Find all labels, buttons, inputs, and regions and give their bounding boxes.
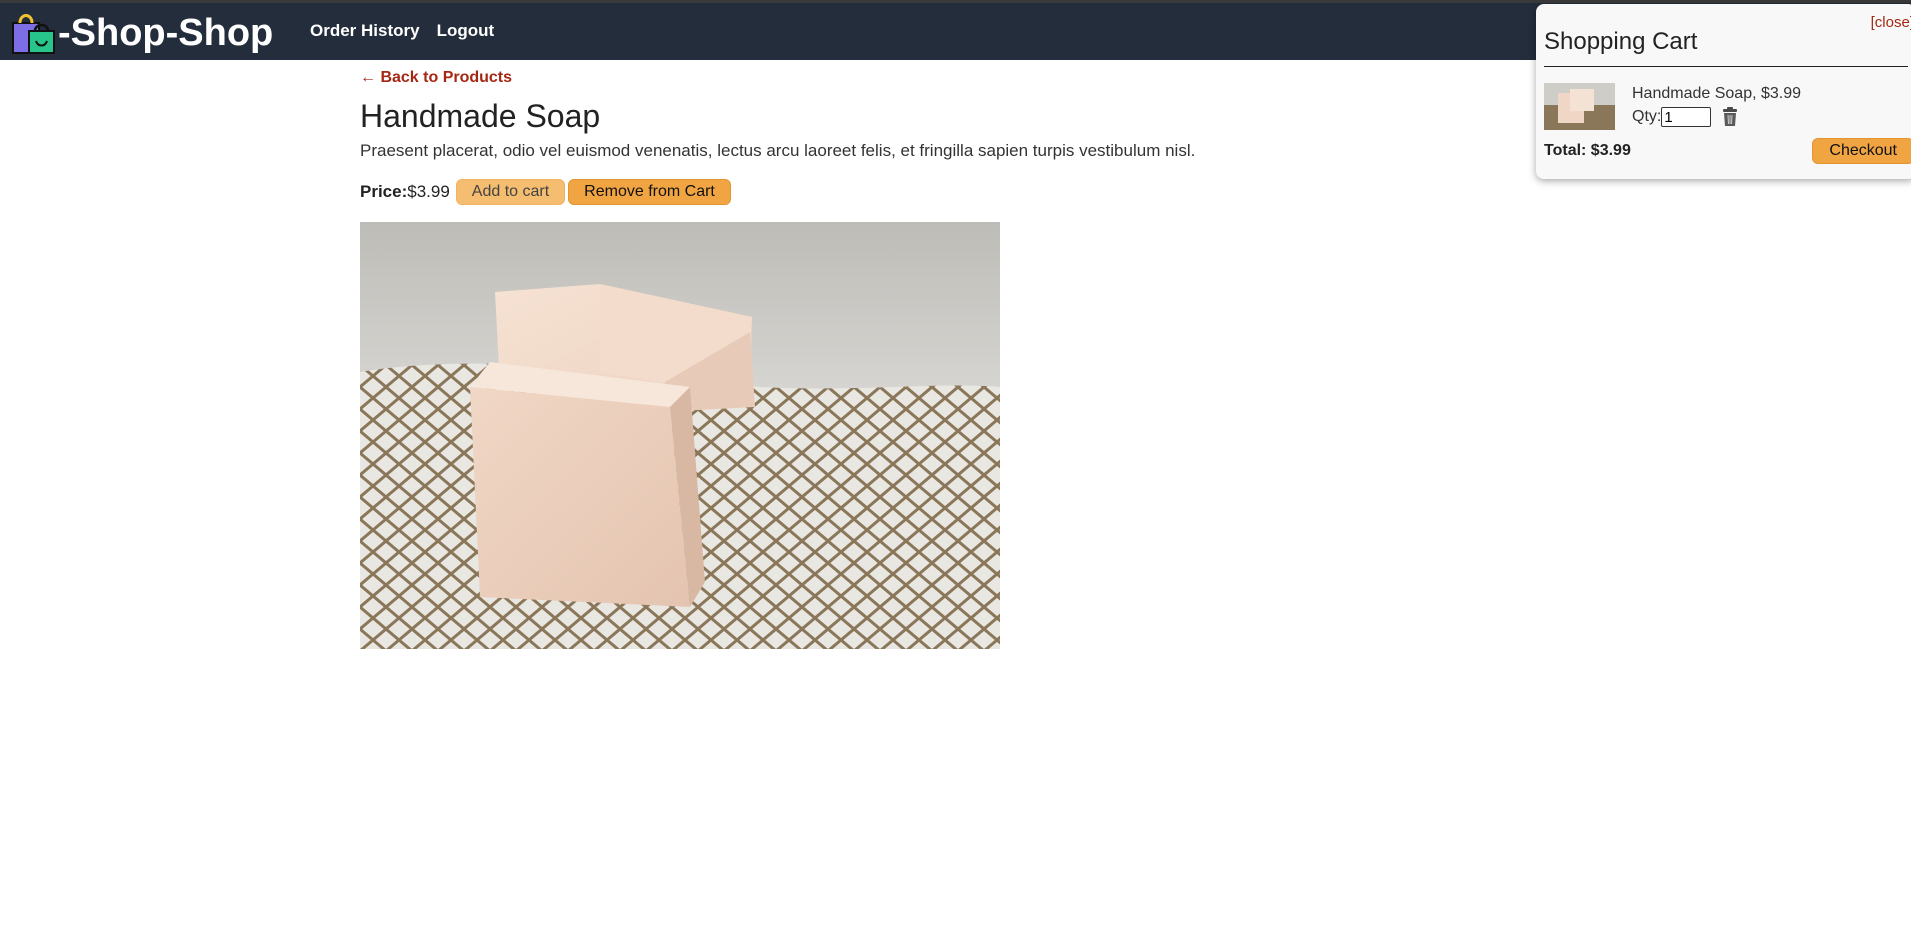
price-row: Price: $3.99 Add to cart Remove from Car…: [360, 179, 1510, 206]
add-to-cart-button[interactable]: Add to cart: [455, 179, 566, 206]
product-title: Handmade Soap: [360, 98, 601, 134]
cart-item: Handmade Soap, $3.99 Qty:: [1544, 83, 1908, 130]
brand-link[interactable]: -Shop-Shop: [12, 11, 273, 55]
cart-item-info: Handmade Soap, $3.99 Qty:: [1632, 83, 1801, 130]
qty-label: Qty:: [1632, 108, 1662, 125]
product-detail: ← Back to Products Handmade Soap Praesen…: [360, 60, 1510, 650]
remove-from-cart-button[interactable]: Remove from Cart: [568, 179, 731, 206]
price-label: Price:: [360, 182, 408, 202]
cart-item-image: [1544, 83, 1615, 130]
qty-input[interactable]: [1661, 107, 1712, 127]
product-image: [360, 222, 1000, 650]
checkout-button[interactable]: Checkout: [1812, 138, 1911, 164]
cart-qty-row: Qty:: [1632, 107, 1801, 127]
shopping-cart-panel: [close] Shopping Cart Handmade Soap, $3.…: [1536, 4, 1911, 179]
cart-footer: Total: $3.99 Checkout: [1544, 138, 1911, 164]
shopping-bags-icon: [12, 14, 55, 54]
cart-item-name-price: Handmade Soap, $3.99: [1632, 85, 1802, 102]
trash-icon[interactable]: [1721, 107, 1739, 127]
cart-close-link[interactable]: [close]: [1871, 14, 1911, 31]
brand-name: -Shop-Shop: [58, 12, 274, 54]
price-value: $3.99: [407, 182, 450, 202]
product-description: Praesent placerat, odio vel euismod vene…: [360, 141, 1196, 161]
nav-order-history[interactable]: Order History: [310, 21, 420, 41]
cart-title: Shopping Cart: [1544, 28, 1908, 67]
back-to-products-link[interactable]: ← Back to Products: [360, 69, 512, 87]
cart-total: Total: $3.99: [1544, 142, 1631, 159]
nav-logout[interactable]: Logout: [437, 21, 495, 41]
main-nav: Order History Logout: [310, 21, 494, 41]
